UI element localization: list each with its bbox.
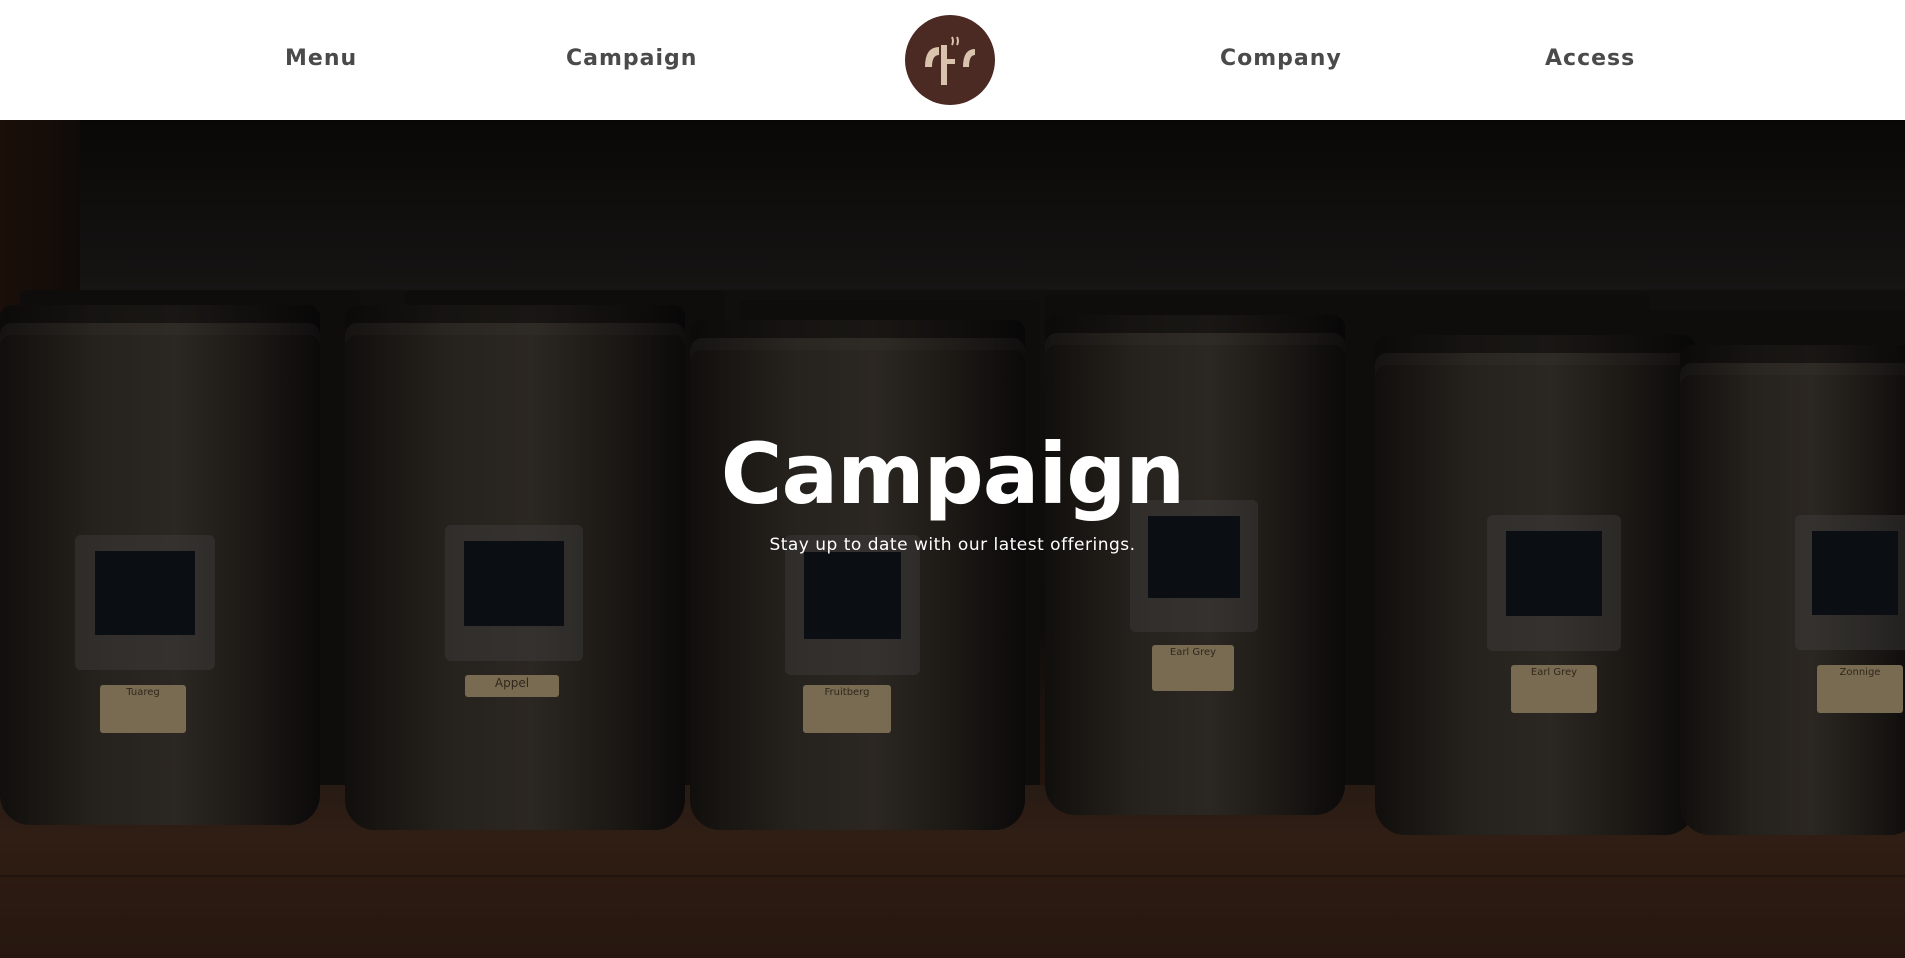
coffee-cup-logo-icon (925, 36, 975, 85)
hero-banner: Tuareg Appel Fruitberg Earl Grey Earl Gr… (0, 120, 1905, 958)
nav-access-link[interactable]: Access (1545, 46, 1635, 71)
brand-logo[interactable] (905, 15, 995, 105)
hero-subtitle: Stay up to date with our latest offering… (769, 535, 1136, 555)
nav-menu-link[interactable]: Menu (285, 46, 357, 71)
nav-campaign-link[interactable]: Campaign (566, 46, 697, 71)
site-header: Menu Campaign Company Access (0, 0, 1905, 120)
hero-title: Campaign (720, 425, 1185, 523)
nav-company-link[interactable]: Company (1220, 46, 1342, 71)
